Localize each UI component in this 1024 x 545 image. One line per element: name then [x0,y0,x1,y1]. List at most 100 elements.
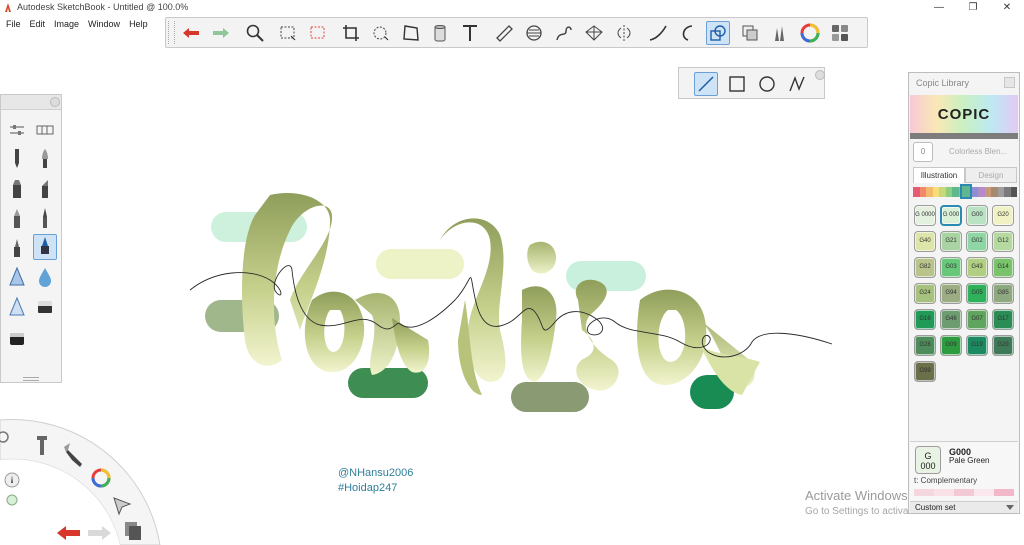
colorless-blender-swatch[interactable]: 0 [913,142,933,162]
predictive-stroke-button[interactable] [676,21,700,45]
copic-swatch[interactable]: G28 [914,335,936,356]
copic-swatch[interactable]: G46 [940,309,962,330]
line-shape-icon [698,76,714,92]
french-curve-button[interactable] [552,21,576,45]
quick-select-button[interactable] [369,21,393,45]
color-wheel-icon [800,23,820,43]
copic-swatch[interactable]: G21 [940,231,962,252]
water-drop-icon [39,268,51,287]
marker-brush[interactable] [5,175,29,201]
ballpoint-brush[interactable] [5,205,29,231]
lagoon-size-icon[interactable] [6,494,18,506]
fineliner-icon [43,208,47,228]
copic-swatch[interactable]: G43 [966,257,988,278]
palette-resize-grip[interactable] [23,377,39,381]
line-shape-button[interactable] [694,72,718,96]
copic-swatch[interactable]: G14 [992,257,1014,278]
brush-library-button[interactable] [768,21,792,45]
text-button[interactable] [458,21,482,45]
paint-brush[interactable] [33,145,57,171]
copic-swatch[interactable]: G02 [966,231,988,252]
ellipse-guide-button[interactable] [522,21,546,45]
redo-button[interactable] [209,21,233,45]
eraser-brush[interactable] [33,293,57,319]
ruler-button[interactable] [492,21,516,45]
copic-swatch[interactable]: G16 [914,309,936,330]
shape-toolbar [678,67,825,99]
circle-shape-button[interactable] [755,72,779,96]
copic-swatch[interactable]: G03 [940,257,962,278]
copic-close-icon[interactable] [1004,77,1015,88]
block-eraser-icon [10,333,24,345]
activate-windows-title: Activate Windows [805,488,908,503]
airbrush-brush[interactable] [5,263,29,289]
rect-select-button[interactable] [276,21,300,45]
pencil-brush[interactable] [5,145,29,171]
soft-airbrush-brush[interactable] [5,293,29,319]
quick-select-icon [373,26,389,41]
distort-button[interactable] [399,21,423,45]
crop-icon [343,25,359,41]
copic-swatch[interactable]: G94 [940,283,962,304]
rect-select-icon [280,26,296,41]
complementary-strip[interactable] [914,489,1014,496]
copic-swatch[interactable]: G82 [914,257,936,278]
copic-swatch[interactable]: G40 [914,231,936,252]
lasso-select-button[interactable] [306,21,330,45]
shape-tool-button[interactable] [706,21,730,45]
zoom-button[interactable] [243,21,267,45]
shape-toolbar-close-icon[interactable] [815,70,825,80]
copic-swatch[interactable]: G09 [940,335,962,356]
copic-swatch[interactable]: G12 [992,231,1014,252]
rectangle-shape-button[interactable] [725,72,749,96]
copic-collapse-bar[interactable] [910,133,1018,139]
perspective-button[interactable] [582,21,606,45]
brush-grid-icon [36,125,54,135]
copic-swatch[interactable]: G17 [992,309,1014,330]
brush-palette-close-icon[interactable] [50,97,60,107]
copic-swatch[interactable]: G07 [966,309,988,330]
color-set-dropdown[interactable]: Custom set [910,501,1018,513]
color-family-selector[interactable] [960,184,972,199]
predictive-stroke-icon [682,25,693,41]
toolbar-grip[interactable] [168,21,175,44]
crop-button[interactable] [339,21,363,45]
chisel-marker-brush[interactable] [33,175,57,201]
brush-palette-header[interactable] [1,95,61,110]
copic-swatch[interactable]: G99 [914,361,936,382]
tab-design[interactable]: Design [965,167,1017,183]
pencil-icon [15,149,19,168]
copic-swatch[interactable]: G 000 [940,205,962,226]
copic-swatch[interactable]: G85 [992,283,1014,304]
ballpoint-pen-icon [14,209,20,228]
copic-library-button[interactable] [828,21,852,45]
zoom-icon [246,24,264,42]
blur-brush[interactable] [33,263,57,289]
fill-button[interactable] [428,21,452,45]
tab-illustration[interactable]: Illustration [913,167,965,183]
polyline-shape-button[interactable] [785,72,809,96]
ink-pen-brush[interactable] [5,234,29,260]
rectangle-shape-icon [729,76,745,92]
undo-button[interactable] [179,21,203,45]
copic-swatch[interactable]: G24 [914,283,936,304]
lagoon-opacity-icon[interactable] [4,472,20,488]
layers-button[interactable] [738,21,762,45]
polyline-shape-icon [789,76,805,92]
current-color-swatch[interactable]: G 000 [915,446,941,474]
brush-properties-button[interactable] [5,117,29,143]
copic-swatch[interactable]: G05 [966,283,988,304]
symmetry-button[interactable] [612,21,636,45]
copic-swatch[interactable]: G00 [966,205,988,226]
hard-eraser-brush[interactable] [5,325,29,351]
copic-swatch[interactable]: G 0000 [914,205,936,226]
color-wheel-button[interactable] [798,21,822,45]
calligraphy-brush[interactable] [33,234,57,260]
copic-swatch[interactable]: G29 [992,335,1014,356]
brush-library-toggle[interactable] [33,117,57,143]
fineliner-brush[interactable] [33,205,57,231]
stroke-stabilizer-button[interactable] [646,21,670,45]
copic-tabs: Illustration Design [913,167,1017,183]
copic-swatch[interactable]: G20 [992,205,1014,226]
copic-swatch[interactable]: G19 [966,335,988,356]
